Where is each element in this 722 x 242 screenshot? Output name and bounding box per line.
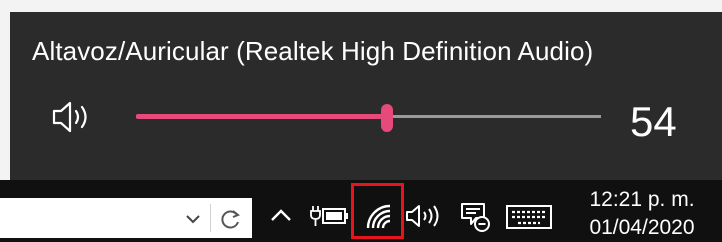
clock-time: 12:21 p. m.: [589, 188, 695, 211]
slider-fill: [136, 114, 388, 119]
clock-date: 01/04/2020: [589, 216, 695, 239]
volume-slider[interactable]: [136, 102, 601, 132]
volume-value: 54: [630, 98, 677, 145]
volume-flyout: Altavoz/Auricular (Realtek High Definiti…: [10, 12, 722, 180]
refresh-button[interactable]: [218, 206, 244, 232]
address-divider: [210, 204, 211, 232]
show-hidden-icons-button[interactable]: [266, 200, 296, 230]
volume-tray-button[interactable]: [404, 200, 444, 232]
battery-button[interactable]: [310, 200, 350, 230]
mute-toggle-button[interactable]: [50, 97, 98, 137]
keyboard-icon: [506, 205, 552, 229]
action-center-button[interactable]: [456, 198, 492, 234]
network-button[interactable]: [362, 200, 400, 232]
clock-button[interactable]: 12:21 p. m. 01/04/2020: [572, 186, 712, 242]
speaker-icon: [406, 205, 439, 227]
address-toolbar: [0, 198, 252, 238]
audio-device-name[interactable]: Altavoz/Auricular (Realtek High Definiti…: [32, 36, 593, 67]
touch-keyboard-button[interactable]: [504, 202, 554, 232]
chevron-up-icon: [271, 209, 291, 221]
address-dropdown-button[interactable]: [180, 208, 206, 230]
address-input[interactable]: [4, 202, 178, 234]
taskbar: 12:21 p. m. 01/04/2020: [0, 180, 722, 242]
slider-thumb[interactable]: [381, 104, 394, 132]
network-icon: [366, 204, 391, 229]
speaker-icon: [52, 101, 87, 133]
refresh-icon: [221, 210, 240, 229]
notification-icon: [461, 203, 490, 232]
battery-plug-icon: [310, 206, 348, 226]
chevron-down-icon: [186, 215, 200, 224]
